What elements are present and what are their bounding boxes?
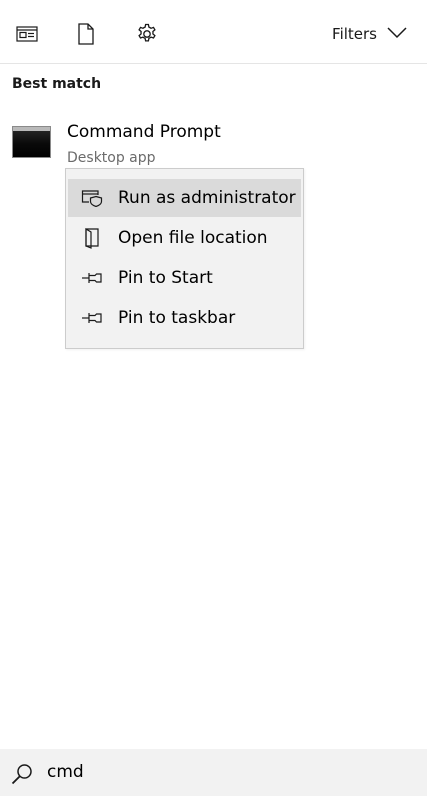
search-input[interactable] <box>47 758 407 786</box>
search-icon <box>10 762 34 786</box>
result-name: Command Prompt <box>67 122 221 142</box>
pin-icon <box>80 306 104 330</box>
section-title: Best match <box>12 76 102 92</box>
menu-item-label: Pin to taskbar <box>118 308 236 328</box>
menu-item-label: Open file location <box>118 228 268 248</box>
search-toolbar: Filters <box>0 0 427 64</box>
gear-icon[interactable] <box>135 22 159 46</box>
menu-item-pin-to-start[interactable]: Pin to Start <box>68 259 301 297</box>
menu-item-open-file-location[interactable]: Open file location <box>68 219 301 257</box>
menu-item-label: Pin to Start <box>118 268 213 288</box>
command-prompt-icon <box>12 126 51 158</box>
pin-icon <box>80 266 104 290</box>
file-location-icon <box>80 226 104 250</box>
news-feed-icon[interactable] <box>15 22 39 46</box>
menu-item-pin-to-taskbar[interactable]: Pin to taskbar <box>68 299 301 337</box>
search-box <box>0 749 427 796</box>
best-match-result[interactable]: Command Prompt Desktop app <box>0 112 427 172</box>
context-menu: Run as administrator Open file location … <box>65 168 304 349</box>
filters-label: Filters <box>332 25 377 43</box>
menu-item-run-as-administrator[interactable]: Run as administrator <box>68 179 301 217</box>
chevron-down-icon <box>387 25 407 43</box>
filters-button[interactable]: Filters <box>332 22 407 46</box>
shield-window-icon <box>80 186 104 210</box>
menu-item-label: Run as administrator <box>118 188 296 208</box>
document-icon[interactable] <box>74 22 98 46</box>
result-type: Desktop app <box>67 150 156 166</box>
